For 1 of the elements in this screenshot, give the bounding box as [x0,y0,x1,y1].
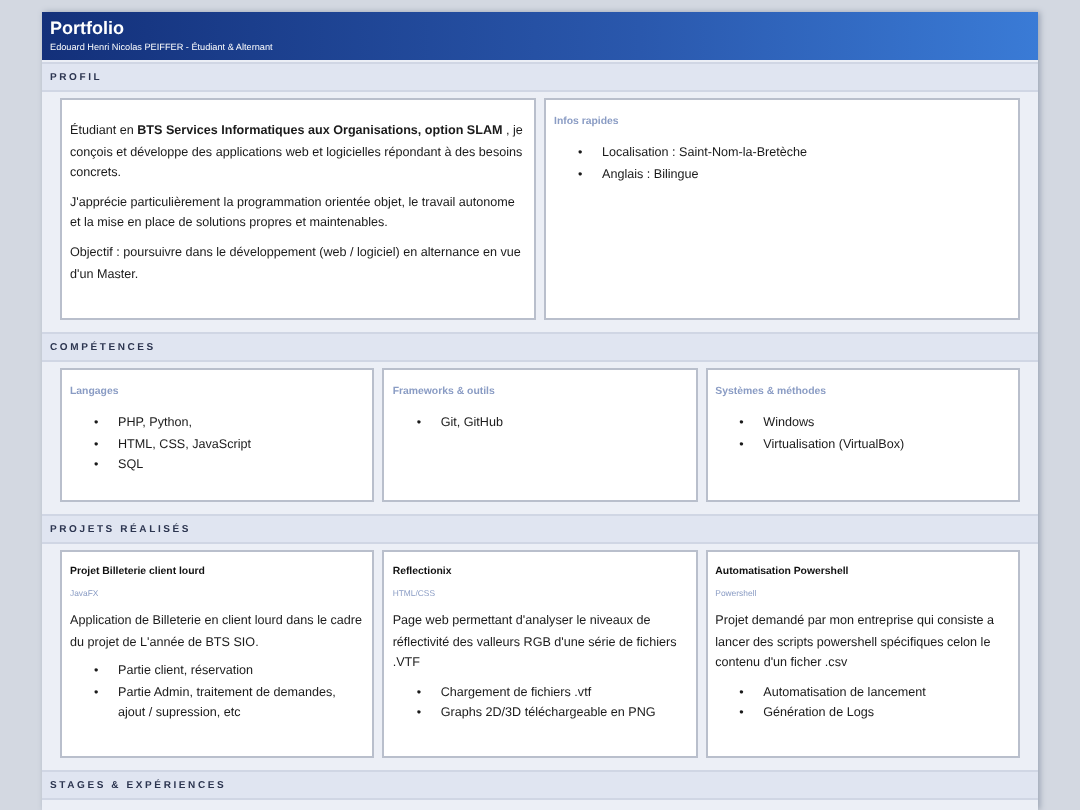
page-title: Portfolio [50,16,126,40]
